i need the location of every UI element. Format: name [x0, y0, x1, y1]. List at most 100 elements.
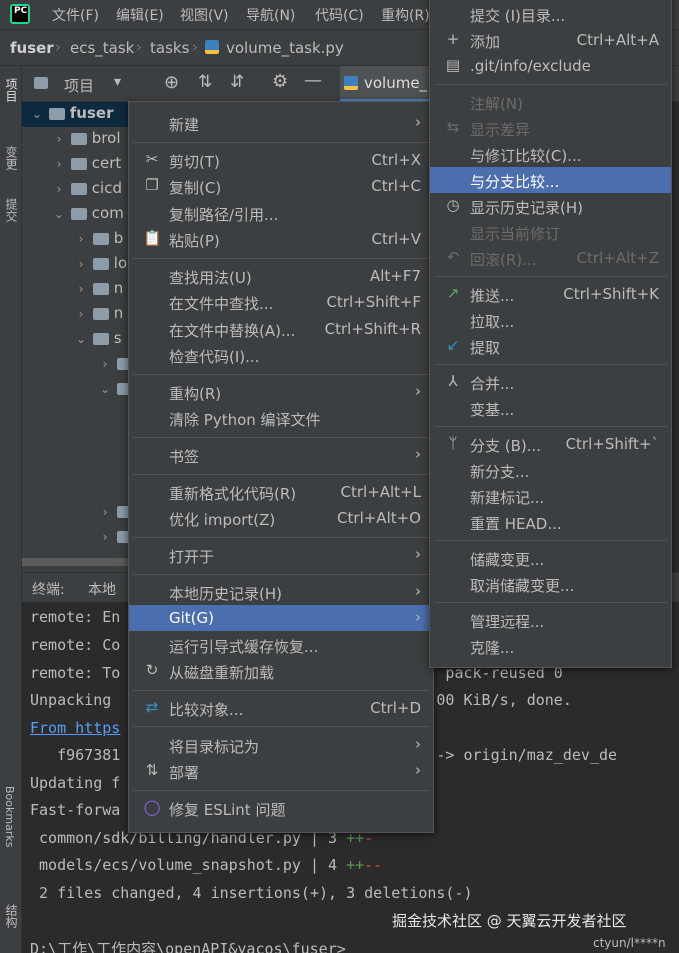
git_submenu-item[interactable]: 提交 (I)目录... [430, 1, 671, 27]
context_menu-item[interactable]: 重构(R) › [129, 379, 433, 405]
git_submenu-item[interactable]: ᛘ 分支 (B)... Ctrl+Shift+` [430, 431, 671, 457]
git_submenu-item[interactable]: + 添加 Ctrl+Alt+A [430, 27, 671, 53]
git_submenu-item[interactable]: 重置 HEAD... [430, 509, 671, 535]
context_menu-item[interactable]: ⇅ 部署 › [129, 758, 433, 784]
tree-label: fuser [69, 104, 114, 122]
context_menu-item[interactable]: ❐ 复制(C) Ctrl+C [129, 173, 433, 199]
dropdown-arrow-icon[interactable]: ▾ [114, 74, 121, 90]
tool-changes[interactable]: 变更 [3, 146, 20, 170]
project-title[interactable]: 项目 [64, 75, 94, 96]
tree-row[interactable]: › lo [74, 254, 128, 279]
horizontal-scrollbar[interactable] [22, 558, 132, 566]
git_submenu-item[interactable]: 新分支... [430, 457, 671, 483]
git_submenu-item[interactable]: 克隆... [430, 633, 671, 659]
git_submenu-item[interactable]: 储藏变更... [430, 545, 671, 571]
tool-bookmarks[interactable]: Bookmarks [3, 786, 16, 847]
context_menu-item-label: 复制路径/引用... [169, 205, 279, 224]
tree-row[interactable]: › n [74, 304, 124, 329]
context_menu-item[interactable]: ✂ 剪切(T) Ctrl+X [129, 147, 433, 173]
breadcrumb-item-fuser[interactable]: fuser [10, 39, 54, 57]
menu-file[interactable]: 文件(F) [52, 5, 99, 25]
git_submenu-item-label: 变基... [470, 401, 515, 419]
chevron-right-icon: › [415, 608, 421, 627]
git_submenu-item[interactable]: ◷ 显示历史记录(H) [430, 193, 671, 219]
breadcrumb-separator-icon: › [136, 38, 142, 56]
tree-row[interactable]: › b [74, 229, 124, 254]
breadcrumb-item-file[interactable]: volume_task.py [226, 39, 344, 57]
context_menu-item-label: 查找用法(U) [169, 268, 252, 287]
context_menu-item[interactable]: 将目录标记为 › [129, 732, 433, 758]
shortcut-label: Ctrl+Alt+L [340, 482, 422, 501]
context_menu-item[interactable]: 📋 粘贴(P) Ctrl+V [129, 226, 433, 252]
menu-code[interactable]: 代码(C) [315, 5, 364, 25]
git_submenu-item-label: 分支 (B)... [470, 437, 542, 455]
tree-row[interactable]: ⌄ com [52, 204, 124, 229]
context_menu-item[interactable]: ⇄ 比较对象... Ctrl+D [129, 695, 433, 721]
git_submenu-item[interactable]: 管理远程... [430, 607, 671, 633]
context_menu-item[interactable]: 本地历史记录(H) › [129, 579, 433, 605]
context_menu-item[interactable]: ◯ 修复 ESLint 问题 [129, 795, 433, 821]
git_submenu-item[interactable]: 与修订比较(C)... [430, 141, 671, 167]
terminal-tab-local[interactable]: 本地 [88, 579, 116, 599]
git_submenu-item[interactable]: ↙ 提取 [430, 333, 671, 359]
context_menu-item[interactable]: 运行引导式缓存恢复... [129, 632, 433, 658]
folder-icon [92, 307, 109, 320]
folder-icon [48, 107, 65, 120]
menu-view[interactable]: 视图(V) [180, 5, 229, 25]
context_menu-item[interactable]: 检查代码(I)... [129, 342, 433, 368]
git_submenu-item-label: 拉取... [470, 313, 515, 331]
context_menu-item[interactable]: 在文件中替换(A)... Ctrl+Shift+R [129, 316, 433, 342]
menu-separator [434, 364, 667, 365]
menu-navigate[interactable]: 导航(N) [246, 5, 295, 25]
tree-row[interactable]: › cicd [52, 179, 122, 204]
gear-icon[interactable]: ⚙ [272, 71, 288, 92]
context_menu-item-label: 从磁盘重新加载 [169, 664, 275, 682]
context_menu-item[interactable]: 书签 › [129, 442, 433, 468]
tree-row[interactable]: › cert [52, 154, 122, 179]
expand-all-icon[interactable]: ⇅ [198, 72, 212, 92]
git_submenu-item[interactable]: ↗ 推送... Ctrl+Shift+K [430, 281, 671, 307]
git_submenu-item-label: 添加 [470, 33, 501, 51]
locate-icon[interactable]: ⊕ [164, 72, 179, 93]
left-tool-strip: 项目 变更 提交 Bookmarks 结构 [0, 66, 22, 953]
tree-row[interactable]: › n [74, 279, 124, 304]
git_submenu-item[interactable]: ▤ .git/info/exclude [430, 53, 671, 79]
editor-tab-active[interactable]: volume_ [340, 66, 435, 102]
menu-edit[interactable]: 编辑(E) [116, 5, 164, 25]
tool-structure[interactable]: 结构 [3, 904, 20, 928]
git_submenu-item[interactable]: 变基... [430, 395, 671, 421]
tool-project[interactable]: 项目 [3, 78, 20, 102]
context_menu-item[interactable]: ↻ 从磁盘重新加载 [129, 658, 433, 684]
folder-icon [70, 132, 87, 145]
context_menu-item[interactable]: Git(G) › [129, 605, 433, 632]
git_submenu-item[interactable]: 拉取... [430, 307, 671, 333]
context_menu-item[interactable]: 重新格式化代码(R) Ctrl+Alt+L [129, 479, 433, 505]
git_submenu-item[interactable]: 与分支比较... [430, 167, 671, 193]
context_menu-item[interactable]: 在文件中查找... Ctrl+Shift+F [129, 289, 433, 315]
collapse-all-icon[interactable]: ⇵ [230, 72, 244, 92]
tree-label: cicd [91, 179, 122, 197]
context_menu-item[interactable]: 新建 › [129, 110, 433, 136]
context_menu-item[interactable]: 清除 Python 编译文件 [129, 405, 433, 431]
git_submenu-item[interactable]: ⅄ 合并... [430, 369, 671, 395]
context_menu-item[interactable]: 优化 import(Z) Ctrl+Alt+O [129, 505, 433, 531]
breadcrumb-item-tasks[interactable]: tasks [150, 39, 189, 57]
tree-row[interactable]: ⌄ s [74, 329, 122, 354]
terminal-line: From https [30, 719, 121, 737]
git_submenu-item[interactable]: 新建标记... [430, 483, 671, 509]
context_menu-item[interactable]: 复制路径/引用... [129, 200, 433, 226]
tool-commit[interactable]: 提交 [3, 198, 20, 222]
tree-row[interactable]: ⌄ fuser [30, 104, 114, 129]
project-toolbar: 项目 ▾ ⊕ ⇅ ⇵ ⚙ — [22, 66, 332, 102]
context_menu-item[interactable]: 查找用法(U) Alt+F7 [129, 263, 433, 289]
breadcrumb-item-ecs-task[interactable]: ecs_task [70, 39, 134, 57]
minimize-icon[interactable]: — [304, 70, 322, 91]
shortcut-label: Ctrl+Alt+O [337, 509, 421, 528]
git_submenu-item[interactable]: 取消储藏变更... [430, 571, 671, 597]
breadcrumb-separator-icon: › [192, 38, 198, 56]
context_menu-item[interactable]: 打开于 › [129, 542, 433, 568]
menu-refactor[interactable]: 重构(R) [381, 5, 430, 25]
diff-icon: ⇆ [446, 118, 460, 136]
tree-row[interactable]: › brol [52, 129, 121, 154]
menu-separator [133, 257, 429, 259]
